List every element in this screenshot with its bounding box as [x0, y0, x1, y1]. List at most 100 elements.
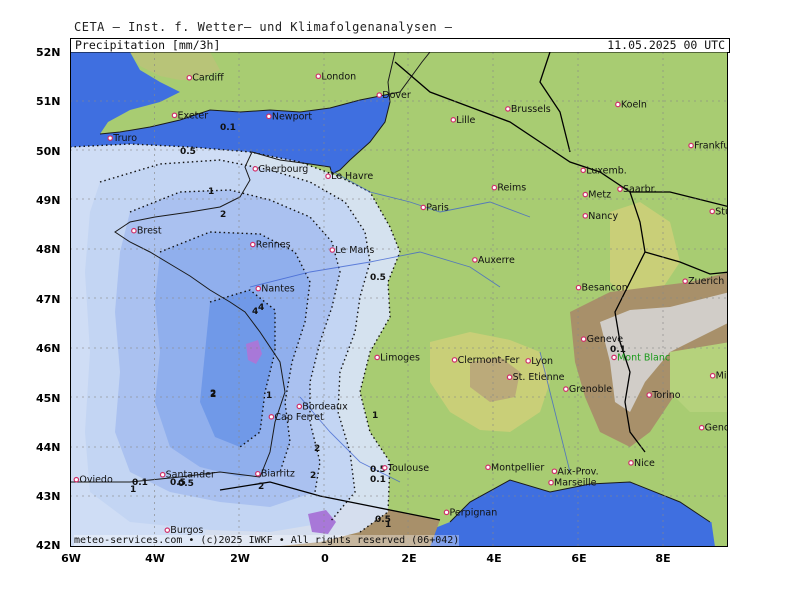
- lat-label: 49N: [36, 194, 61, 207]
- lat-label: 46N: [36, 342, 61, 355]
- city-marker: [682, 278, 688, 284]
- city-label: Clermont-Fer: [458, 355, 520, 366]
- lat-label: 44N: [36, 441, 61, 454]
- lon-label: 6W: [61, 552, 81, 565]
- contour-label: 2: [258, 482, 264, 492]
- city-marker: [580, 167, 586, 174]
- contour-label: 1: [372, 411, 378, 421]
- lon-label: 4E: [486, 552, 502, 565]
- contour-label: 0.5: [370, 273, 386, 283]
- city-marker: [563, 386, 569, 392]
- lon-label: 4W: [145, 552, 165, 565]
- city-marker: [164, 527, 171, 533]
- city-label: Cardiff: [192, 73, 224, 84]
- contour-label: 2: [210, 390, 216, 400]
- city-label: Nantes: [261, 284, 295, 295]
- city-marker: [381, 464, 388, 471]
- city-label: Le Mans: [335, 245, 374, 256]
- city-marker: [582, 191, 589, 198]
- city-label: Lille: [456, 115, 475, 126]
- city-marker: [420, 204, 427, 211]
- city-marker: [617, 186, 623, 192]
- city-label: Besancon: [582, 283, 628, 294]
- city-marker: [374, 354, 380, 361]
- city-label: Perpignan: [450, 507, 498, 518]
- city-marker: [329, 247, 336, 253]
- city-label: Grenoble: [569, 384, 612, 395]
- contour-label: 1: [266, 391, 272, 401]
- city-label: Brest: [137, 226, 162, 237]
- city-label: Frankfurt: [694, 141, 730, 152]
- city-label: London: [321, 71, 356, 82]
- city-marker: [315, 73, 322, 80]
- city-label: Brussels: [511, 104, 551, 115]
- city-label: Montpellier: [491, 462, 544, 473]
- contour-label: 1: [130, 485, 136, 495]
- contour-label: 2: [310, 471, 316, 481]
- city-label: Nice: [634, 458, 655, 469]
- city-marker: [255, 285, 262, 292]
- city-label: Paris: [426, 202, 449, 213]
- city-label: Santander: [166, 470, 215, 481]
- contour-label: 4: [258, 303, 264, 313]
- city-label: Toulouse: [387, 463, 429, 474]
- city-marker: [451, 357, 458, 363]
- city-marker: [131, 227, 137, 234]
- city-marker: [611, 354, 617, 361]
- city-marker: [628, 460, 634, 466]
- lat-label: 45N: [36, 392, 61, 405]
- city-label: Luxemb.: [586, 165, 627, 176]
- city-label: Cherbourg: [258, 164, 308, 175]
- lon-label: 6E: [571, 552, 587, 565]
- lat-label: 50N: [36, 145, 61, 158]
- city-marker: [450, 117, 457, 123]
- lat-label: 42N: [36, 539, 61, 552]
- city-marker: [186, 74, 193, 81]
- title-bar: Precipitation [mm/3h] 11.05.2025 00 UTC: [70, 38, 730, 53]
- city-label: Mont Blanc: [617, 352, 670, 363]
- city-marker: [548, 479, 554, 486]
- city-label: Geneve: [587, 334, 624, 345]
- city-marker: [472, 257, 478, 263]
- city-marker: [325, 173, 331, 180]
- city-label: Auxerre: [478, 255, 515, 266]
- lat-label: 51N: [36, 95, 61, 108]
- contour-label: 0.5: [180, 147, 196, 157]
- city-marker: [698, 424, 705, 431]
- lat-label: 48N: [36, 243, 61, 256]
- city-marker: [73, 476, 80, 483]
- precipitation-map: 0.10.51240.5122210.50.10.510.1420.50.1 0.…: [70, 52, 730, 547]
- contour-label: 0.1: [370, 475, 386, 485]
- contour-label: 2: [220, 210, 226, 220]
- lon-label: 0: [321, 552, 329, 565]
- valid-time: 11.05.2025 00 UTC: [607, 38, 725, 52]
- city-marker: [159, 471, 166, 478]
- city-marker: [615, 101, 621, 108]
- city-label: Rennes: [256, 240, 291, 251]
- city-marker: [443, 509, 450, 516]
- city-marker: [646, 392, 652, 398]
- city-marker: [485, 464, 491, 471]
- city-label: Lyon: [531, 356, 553, 367]
- city-marker: [525, 358, 531, 364]
- city-label: Torino: [651, 390, 681, 401]
- lon-label: 2W: [230, 552, 250, 565]
- city-marker: [268, 414, 275, 420]
- city-label: Marseille: [554, 478, 597, 489]
- city-label: Exeter: [178, 110, 209, 121]
- footer-credit: meteo-services.com • (c)2025 IWKF • All …: [74, 535, 460, 546]
- city-marker: [266, 113, 272, 120]
- city-label: Reims: [497, 183, 526, 194]
- city-marker: [688, 142, 694, 149]
- city-label: Newport: [272, 111, 312, 122]
- city-label: Truro: [112, 133, 137, 144]
- city-marker: [551, 468, 558, 475]
- city-label: Biarritz: [261, 469, 295, 480]
- city-marker: [255, 470, 261, 477]
- city-marker: [252, 166, 259, 172]
- city-label: Cap Ferret: [274, 412, 324, 423]
- contour-label: 0.1: [220, 123, 236, 133]
- city-label: St. Etienne: [513, 372, 565, 383]
- city-marker: [709, 208, 716, 215]
- city-marker: [580, 336, 587, 342]
